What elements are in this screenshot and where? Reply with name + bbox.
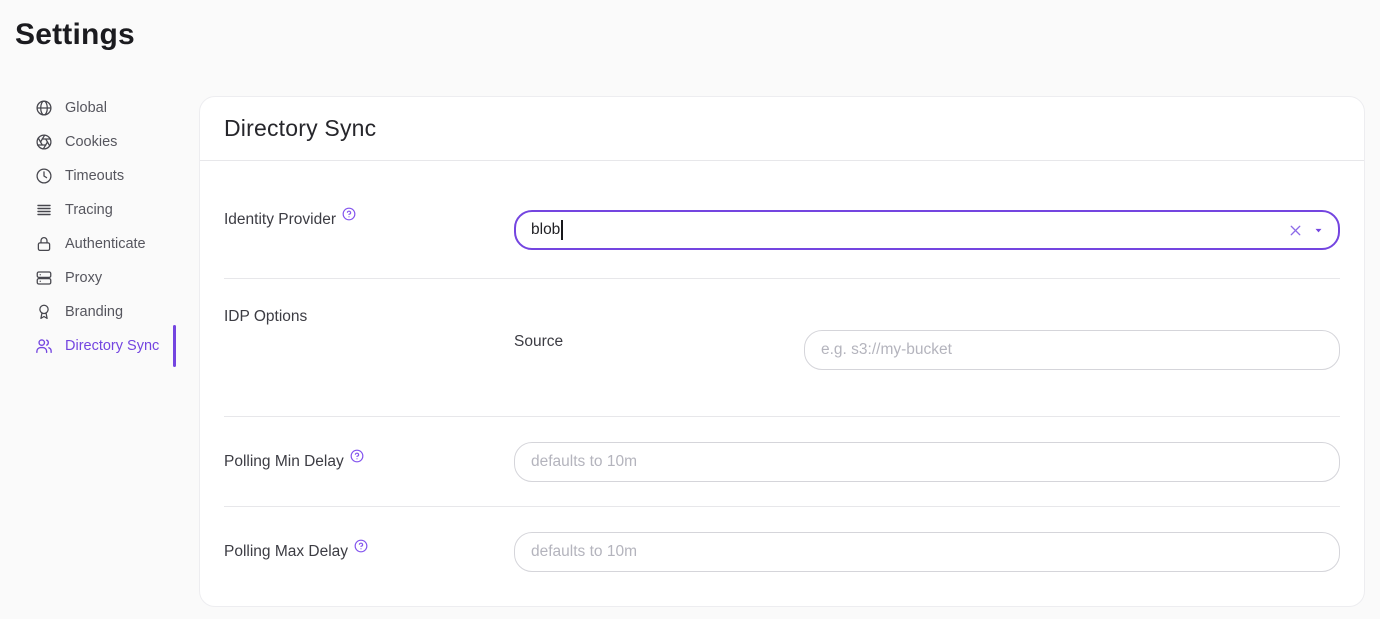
sidebar-item-label: Global bbox=[65, 100, 107, 116]
sidebar-item-label: Authenticate bbox=[65, 236, 146, 252]
idp-options-label: IDP Options bbox=[224, 307, 514, 370]
identity-provider-combobox[interactable]: blob bbox=[514, 210, 1340, 250]
polling-max-delay-input[interactable] bbox=[514, 532, 1340, 572]
sidebar-item-proxy[interactable]: Proxy bbox=[15, 261, 199, 295]
identity-provider-label-text: Identity Provider bbox=[224, 210, 336, 230]
polling-min-delay-input[interactable] bbox=[514, 442, 1340, 482]
polling-min-delay-row: Polling Min Delay bbox=[200, 417, 1364, 506]
source-label: Source bbox=[514, 332, 804, 352]
sidebar-item-directory-sync[interactable]: Directory Sync bbox=[15, 329, 199, 363]
sidebar-item-branding[interactable]: Branding bbox=[15, 295, 199, 329]
server-icon bbox=[35, 269, 53, 287]
clock-icon bbox=[35, 167, 53, 185]
polling-max-delay-label: Polling Max Delay bbox=[224, 542, 514, 572]
source-subrow: Source bbox=[514, 330, 1340, 370]
sidebar-item-global[interactable]: Global bbox=[15, 91, 199, 125]
identity-provider-value: blob bbox=[531, 221, 560, 239]
polling-max-delay-label-text: Polling Max Delay bbox=[224, 542, 348, 562]
polling-max-delay-control bbox=[514, 532, 1340, 572]
identity-provider-row: Identity Provider blob bbox=[200, 161, 1364, 278]
idp-options-row: IDP Options Source bbox=[200, 279, 1364, 416]
source-input[interactable] bbox=[804, 330, 1340, 370]
polling-min-delay-label-text: Polling Min Delay bbox=[224, 452, 344, 472]
identity-provider-label: Identity Provider bbox=[224, 210, 514, 250]
lines-icon bbox=[35, 201, 53, 219]
panel-title: Directory Sync bbox=[224, 115, 376, 142]
idp-options-label-text: IDP Options bbox=[224, 307, 307, 327]
panel-header: Directory Sync bbox=[200, 97, 1364, 161]
sidebar-item-tracing[interactable]: Tracing bbox=[15, 193, 199, 227]
lock-icon bbox=[35, 235, 53, 253]
page-title: Settings bbox=[15, 13, 1380, 57]
award-icon bbox=[35, 303, 53, 321]
layout: Global Cookies Timeouts Tracing Authenti… bbox=[15, 96, 1365, 607]
polling-max-delay-row: Polling Max Delay bbox=[200, 507, 1364, 607]
globe-icon bbox=[35, 99, 53, 117]
sidebar-item-label: Branding bbox=[65, 304, 123, 320]
sidebar-item-label: Timeouts bbox=[65, 168, 124, 184]
directory-sync-panel: Directory Sync Identity Provider blob bbox=[199, 96, 1365, 607]
help-circle-icon[interactable] bbox=[342, 207, 356, 221]
sidebar-item-authenticate[interactable]: Authenticate bbox=[15, 227, 199, 261]
aperture-icon bbox=[35, 133, 53, 151]
polling-min-delay-label: Polling Min Delay bbox=[224, 452, 514, 482]
combobox-icons bbox=[1287, 222, 1324, 239]
help-circle-icon[interactable] bbox=[350, 449, 364, 463]
sidebar-item-label: Cookies bbox=[65, 134, 117, 150]
sidebar-item-label: Directory Sync bbox=[65, 338, 159, 354]
sidebar-item-label: Tracing bbox=[65, 202, 113, 218]
clear-x-icon[interactable] bbox=[1287, 222, 1304, 239]
text-cursor bbox=[561, 220, 563, 240]
identity-provider-control: blob bbox=[514, 210, 1340, 250]
idp-options-fields: Source bbox=[514, 307, 1340, 370]
help-circle-icon[interactable] bbox=[354, 539, 368, 553]
sidebar-item-cookies[interactable]: Cookies bbox=[15, 125, 199, 159]
users-icon bbox=[35, 337, 53, 355]
sidebar-item-label: Proxy bbox=[65, 270, 102, 286]
polling-min-delay-control bbox=[514, 442, 1340, 482]
caret-down-icon[interactable] bbox=[1313, 225, 1324, 236]
sidebar-item-timeouts[interactable]: Timeouts bbox=[15, 159, 199, 193]
sidebar: Global Cookies Timeouts Tracing Authenti… bbox=[15, 91, 199, 363]
